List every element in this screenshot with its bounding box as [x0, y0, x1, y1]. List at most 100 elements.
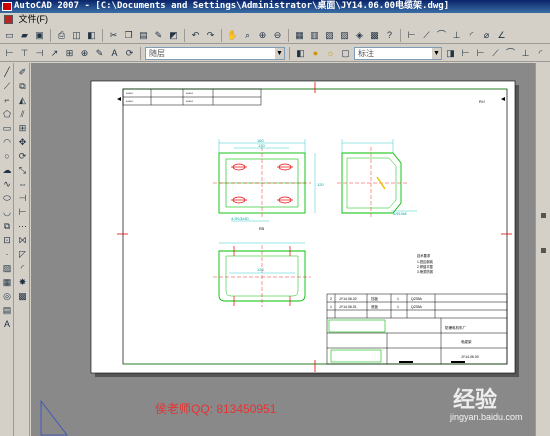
fillet-icon[interactable]: ◜ — [16, 262, 29, 274]
layer-lock-icon[interactable]: ▢ — [339, 47, 352, 60]
save-icon[interactable]: ▣ — [33, 29, 46, 42]
dim-continue-icon[interactable]: ⊣ — [33, 47, 46, 60]
layer-combo[interactable]: 随层 ▼ — [145, 46, 285, 60]
zoom-window-icon[interactable]: ⊕ — [256, 29, 269, 42]
dim-angular-icon[interactable]: ∠ — [495, 29, 508, 42]
center-mark-icon[interactable]: ⊕ — [78, 47, 91, 60]
dim-ordinate-icon[interactable]: ⊥ — [450, 29, 463, 42]
dim-linear-icon[interactable]: ⊢ — [405, 29, 418, 42]
tool-palettes-icon[interactable]: ▧ — [323, 29, 336, 42]
design-center-icon[interactable]: ▥ — [308, 29, 321, 42]
dim-quick-icon[interactable]: ⊢ — [3, 47, 16, 60]
stretch-icon[interactable]: ⇔ — [16, 178, 29, 190]
chevron-down-icon[interactable]: ▼ — [432, 47, 441, 59]
dim-arc2-icon[interactable]: ⌒ — [504, 47, 517, 60]
break-icon[interactable]: ⋯ — [16, 220, 29, 232]
text-style-combo[interactable]: 标注 ▼ — [354, 46, 442, 60]
erase-icon[interactable]: ✐ — [16, 66, 29, 78]
line-icon[interactable]: ╱ — [1, 66, 13, 78]
dim-aligned-icon[interactable]: ⟋ — [420, 29, 433, 42]
new-file-icon[interactable]: ▭ — [3, 29, 16, 42]
gradient-icon[interactable]: ▦ — [1, 276, 13, 288]
ellipse-icon[interactable]: ⬭ — [1, 192, 13, 204]
document-menu-icon[interactable] — [4, 15, 13, 25]
point-icon[interactable]: · — [1, 248, 13, 260]
calculator-icon[interactable]: ▩ — [368, 29, 381, 42]
chamfer-icon[interactable]: ◸ — [16, 248, 29, 260]
hatch-edit-icon[interactable]: ▩ — [16, 290, 29, 302]
dim-aligned2-icon[interactable]: ⟋ — [489, 47, 502, 60]
block-editor-icon[interactable]: ◩ — [167, 29, 180, 42]
dim-arc-icon[interactable]: ⌒ — [435, 29, 448, 42]
construction-line-icon[interactable]: ⟋ — [1, 80, 13, 92]
layer-previous-icon[interactable]: ◨ — [444, 47, 457, 60]
help-icon[interactable]: ? — [383, 29, 396, 42]
zoom-previous-icon[interactable]: ⊖ — [271, 29, 284, 42]
publish-icon[interactable]: ◧ — [85, 29, 98, 42]
paste-icon[interactable]: ▤ — [137, 29, 150, 42]
offset-icon[interactable]: ⫽ — [16, 108, 29, 120]
dim-edit-icon[interactable]: ✎ — [93, 47, 106, 60]
polyline-icon[interactable]: ⌐ — [1, 94, 13, 106]
vertical-scroll-marker-icon[interactable] — [541, 213, 546, 218]
dim-linear2-icon[interactable]: ⊢ — [474, 47, 487, 60]
print-preview-icon[interactable]: ◫ — [70, 29, 83, 42]
row-1-qty: 1 — [397, 305, 399, 309]
undo-icon[interactable]: ↶ — [189, 29, 202, 42]
pan-icon[interactable]: ✋ — [226, 29, 239, 42]
explode-icon[interactable]: ✸ — [16, 276, 29, 288]
redo-icon[interactable]: ↷ — [204, 29, 217, 42]
table-icon[interactable]: ▤ — [1, 304, 13, 316]
dim-radius2-icon[interactable]: ◜ — [534, 47, 547, 60]
menu-file[interactable]: 文件(F) — [19, 14, 49, 24]
join-icon[interactable]: ⨝ — [16, 234, 29, 246]
dim-baseline-icon[interactable]: ⊤ — [18, 47, 31, 60]
text-icon[interactable]: A — [1, 318, 13, 330]
dim-ordinate2-icon[interactable]: ⊥ — [519, 47, 532, 60]
dim-update-icon[interactable]: ⟳ — [123, 47, 136, 60]
polygon-icon[interactable]: ⬠ — [1, 108, 13, 120]
region-icon[interactable]: ◎ — [1, 290, 13, 302]
cut-icon[interactable]: ✂ — [107, 29, 120, 42]
dim-text-edit-icon[interactable]: A — [108, 47, 121, 60]
copy-object-icon[interactable]: ⧉ — [16, 80, 29, 92]
row-2-name: 挡板 — [371, 296, 379, 301]
trim-icon[interactable]: ⊣ — [16, 192, 29, 204]
scale-icon[interactable]: ⤡ — [16, 164, 29, 176]
properties-icon[interactable]: ▦ — [293, 29, 306, 42]
spline-icon[interactable]: ∿ — [1, 178, 13, 190]
toolbar-separator — [288, 28, 289, 42]
layer-on-icon[interactable]: ● — [309, 47, 322, 60]
notes-title: 技术要求 — [417, 253, 431, 258]
markup-icon[interactable]: ◈ — [353, 29, 366, 42]
dim-leader-icon[interactable]: ↗ — [48, 47, 61, 60]
dim-radius-icon[interactable]: ◜ — [465, 29, 478, 42]
layer-freeze-icon[interactable]: ☼ — [324, 47, 337, 60]
make-block-icon[interactable]: ⊡ — [1, 234, 13, 246]
array-icon[interactable]: ⊞ — [16, 122, 29, 134]
rotate-icon[interactable]: ⟳ — [16, 150, 29, 162]
zoom-realtime-icon[interactable]: ⌕ — [241, 29, 254, 42]
dim-style-icon[interactable]: ⊢ — [459, 47, 472, 60]
rectangle-icon[interactable]: ▭ — [1, 122, 13, 134]
move-icon[interactable]: ✥ — [16, 136, 29, 148]
insert-block-icon[interactable]: ⧉ — [1, 220, 13, 232]
circle-icon[interactable]: ○ — [1, 150, 13, 162]
copy-icon[interactable]: ❐ — [122, 29, 135, 42]
open-file-icon[interactable]: ▰ — [18, 29, 31, 42]
chevron-down-icon[interactable]: ▼ — [275, 47, 284, 59]
print-icon[interactable]: ⎙ — [55, 29, 68, 42]
arc-icon[interactable]: ◠ — [1, 136, 13, 148]
tolerance-icon[interactable]: ⊞ — [63, 47, 76, 60]
layer-manager-icon[interactable]: ◧ — [294, 47, 307, 60]
hatch-icon[interactable]: ▨ — [1, 262, 13, 274]
drawing-canvas[interactable]: ***** ***** ***** ***** R/√ 160 130 120 … — [31, 63, 535, 436]
sheet-set-icon[interactable]: ▨ — [338, 29, 351, 42]
revision-cloud-icon[interactable]: ☁ — [1, 164, 13, 176]
ellipse-arc-icon[interactable]: ◡ — [1, 206, 13, 218]
vertical-scroll-marker-icon[interactable] — [541, 248, 546, 253]
dim-diameter-icon[interactable]: ⌀ — [480, 29, 493, 42]
match-properties-icon[interactable]: ✎ — [152, 29, 165, 42]
extend-icon[interactable]: ⊢ — [16, 206, 29, 218]
mirror-icon[interactable]: ◭ — [16, 94, 29, 106]
